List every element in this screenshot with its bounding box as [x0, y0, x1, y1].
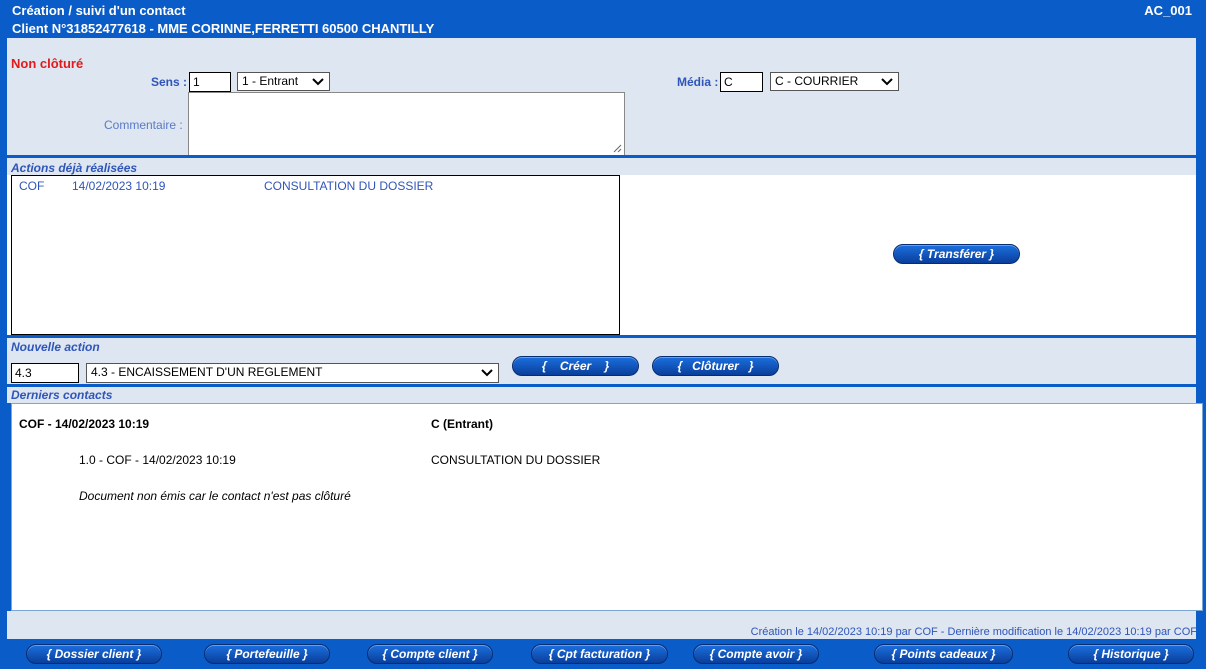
media-label: Média :: [677, 75, 719, 89]
chevron-down-icon: [312, 78, 324, 86]
history-button[interactable]: { Historique }: [1068, 644, 1194, 664]
contact-line-left: 1.0 - COF - 14/02/2023 10:19: [79, 453, 236, 467]
action-label: CONSULTATION DU DOSSIER: [264, 179, 434, 193]
new-action-select-value: 4.3 - ENCAISSEMENT D'UN REGLEMENT: [91, 365, 323, 379]
new-action-code-input[interactable]: 4.3: [11, 363, 79, 383]
create-button[interactable]: { Créer }: [512, 356, 639, 376]
actions-done-title: Actions déjà réalisées: [11, 161, 138, 175]
new-action-title: Nouvelle action: [11, 340, 100, 354]
chevron-down-icon: [881, 78, 893, 86]
sens-label: Sens :: [151, 75, 188, 89]
contact-header-left: COF - 14/02/2023 10:19: [19, 417, 150, 431]
contact-note: Document non émis car le contact n'est p…: [79, 489, 351, 503]
page-title: Création / suivi d'un contact: [12, 3, 186, 18]
list-item[interactable]: COF: [19, 179, 44, 193]
last-contacts-header-bg: [7, 387, 1196, 403]
media-select[interactable]: C - COURRIER: [770, 72, 899, 91]
billing-account-button[interactable]: { Cpt facturation }: [531, 644, 668, 664]
audit-info: Création le 14/02/2023 10:19 par COF - D…: [750, 626, 1197, 638]
gift-points-button[interactable]: { Points cadeaux }: [874, 644, 1013, 664]
screen-code: AC_001: [1144, 3, 1192, 18]
status-label: Non clôturé: [11, 56, 84, 71]
portfolio-button[interactable]: { Portefeuille }: [204, 644, 330, 664]
chevron-down-icon: [481, 369, 493, 377]
resize-grip-icon: [613, 144, 622, 153]
actions-done-list[interactable]: COF 14/02/2023 10:19 CONSULTATION DU DOS…: [11, 175, 620, 335]
credit-account-button[interactable]: { Compte avoir }: [693, 644, 819, 664]
action-user: COF: [19, 179, 45, 193]
sens-code-input[interactable]: 1: [189, 72, 231, 92]
action-date: 14/02/2023 10:19: [72, 179, 166, 193]
contact-header-right: C (Entrant): [431, 417, 493, 431]
media-code-input[interactable]: C: [720, 72, 763, 92]
client-account-button[interactable]: { Compte client }: [367, 644, 493, 664]
last-contacts-list: COF - 14/02/2023 10:19 C (Entrant) 1.0 -…: [11, 403, 1203, 611]
close-contact-button[interactable]: { Clôturer }: [652, 356, 779, 376]
comment-textarea[interactable]: [188, 92, 625, 156]
last-contacts-title: Derniers contacts: [11, 388, 113, 402]
sens-select[interactable]: 1 - Entrant: [237, 72, 330, 91]
new-action-select[interactable]: 4.3 - ENCAISSEMENT D'UN REGLEMENT: [86, 363, 499, 383]
client-info: Client N°31852477618 - MME CORINNE,FERRE…: [12, 21, 435, 36]
title-bar: Création / suivi d'un contact Client N°3…: [0, 0, 1206, 38]
actions-done-header-bg: [7, 158, 1196, 175]
sens-select-value: 1 - Entrant: [242, 74, 299, 88]
contact-line-right: CONSULTATION DU DOSSIER: [431, 453, 601, 467]
transfer-button[interactable]: { Transférer }: [893, 244, 1020, 264]
client-file-button[interactable]: { Dossier client }: [26, 644, 162, 664]
media-select-value: C - COURRIER: [775, 74, 859, 88]
comment-label: Commentaire :: [104, 118, 183, 132]
